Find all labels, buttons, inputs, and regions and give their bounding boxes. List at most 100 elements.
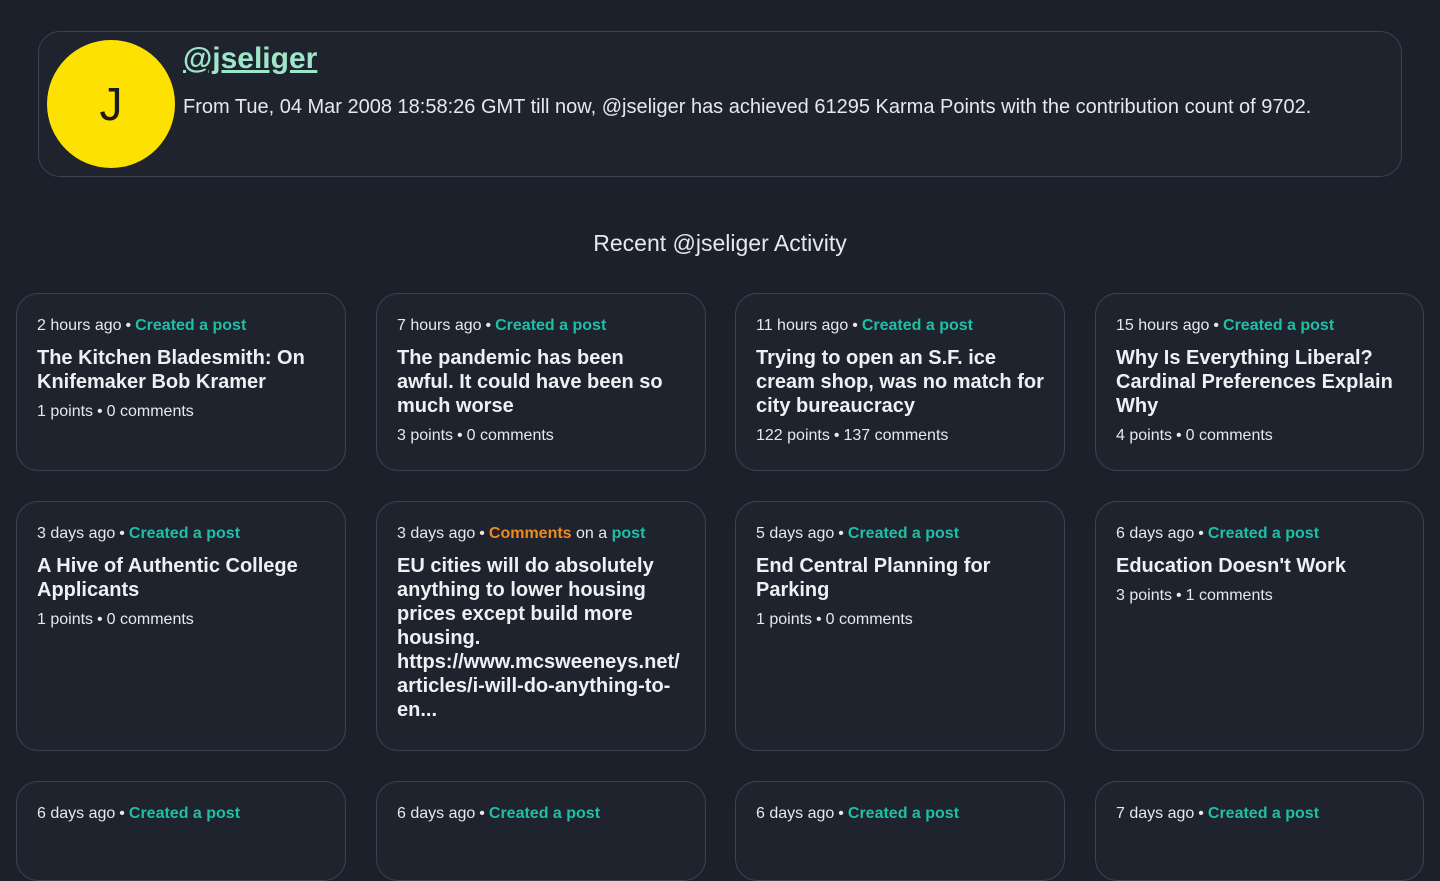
- activity-card[interactable]: 15 hours ago • Created a post Why Is Every…: [1095, 293, 1424, 471]
- card-title[interactable]: The pandemic has been awful. It could ha…: [397, 346, 685, 418]
- activity-card[interactable]: 3 days ago • Created a post A Hive of Auth…: [16, 501, 346, 751]
- separator-dot: •: [852, 317, 858, 334]
- card-meta: 2 hours ago • Created a post: [37, 316, 325, 336]
- section-title: Recent @jseliger Activity: [593, 230, 847, 256]
- card-meta: 3 days ago • Created a post: [37, 524, 325, 544]
- separator-dot: •: [1176, 427, 1182, 444]
- separator-dot: •: [833, 427, 840, 444]
- card-time: 7 hours ago: [397, 317, 482, 334]
- card-time: 7 days ago: [1116, 805, 1195, 822]
- card-comments: 1 comments: [1185, 587, 1273, 604]
- card-stats: 1 points • 0 comments: [37, 610, 325, 630]
- card-action-on: on a: [576, 525, 608, 542]
- card-meta: 11 hours ago • Created a post: [756, 316, 1044, 336]
- card-time: 11 hours ago: [756, 317, 849, 334]
- card-action-link[interactable]: Created a post: [848, 525, 959, 542]
- separator-dot: •: [125, 317, 132, 334]
- card-action-link[interactable]: Created a post: [489, 805, 600, 822]
- card-time: 5 days ago: [756, 525, 835, 542]
- card-meta: 5 days ago • Created a post: [756, 524, 1044, 544]
- card-comments: 0 comments: [825, 611, 913, 628]
- activity-card[interactable]: 7 days ago • Created a post: [1095, 781, 1424, 881]
- activity-card[interactable]: 6 days ago • Created a post: [376, 781, 706, 881]
- card-points: 3 points: [397, 427, 454, 444]
- separator-dot: •: [1198, 805, 1204, 822]
- activity-card[interactable]: 11 hours ago • Created a post Trying to op…: [735, 293, 1065, 471]
- card-title[interactable]: EU cities will do absolutely anything to…: [397, 554, 685, 722]
- card-meta: 6 days ago • Created a post: [1116, 524, 1403, 544]
- separator-dot: •: [119, 525, 125, 542]
- card-stats: 1 points • 0 comments: [756, 610, 1044, 630]
- card-meta: 15 hours ago • Created a post: [1116, 316, 1403, 336]
- card-action-link[interactable]: Created a post: [135, 317, 246, 334]
- separator-dot: •: [838, 525, 844, 542]
- activity-card[interactable]: 5 days ago • Created a post End Central Pl…: [735, 501, 1065, 751]
- card-comments: 0 comments: [106, 403, 194, 420]
- card-meta: 6 days ago • Created a post: [397, 804, 685, 824]
- card-action-link[interactable]: Created a post: [129, 525, 240, 542]
- card-stats: 3 points • 0 comments: [397, 426, 685, 446]
- separator-dot: •: [479, 805, 485, 822]
- profile-handle-link[interactable]: @jseliger: [183, 42, 317, 76]
- card-meta: 7 hours ago • Created a post: [397, 316, 685, 336]
- card-action-link[interactable]: Created a post: [1208, 805, 1319, 822]
- separator-dot: •: [1176, 587, 1182, 604]
- separator-dot: •: [485, 317, 492, 334]
- card-time: 6 days ago: [756, 805, 835, 822]
- separator-dot: •: [838, 805, 844, 822]
- card-title[interactable]: Trying to open an S.F. ice cream shop, w…: [756, 346, 1044, 418]
- separator-dot: •: [816, 611, 822, 628]
- card-time: 6 days ago: [37, 805, 116, 822]
- card-comments: 0 comments: [466, 427, 554, 444]
- card-time: 15 hours ago: [1116, 317, 1210, 334]
- profile-summary: From Tue, 04 Mar 2008 18:58:26 GMT till …: [183, 96, 1312, 118]
- card-meta: 7 days ago • Created a post: [1116, 804, 1403, 824]
- card-action-link[interactable]: Created a post: [848, 805, 959, 822]
- separator-dot: •: [97, 611, 103, 628]
- card-time: 6 days ago: [397, 805, 476, 822]
- separator-dot: •: [1198, 525, 1204, 542]
- card-title[interactable]: Education Doesn't Work: [1116, 554, 1403, 578]
- activity-card[interactable]: 7 hours ago • Created a post The pandemic …: [376, 293, 706, 471]
- card-points: 4 points: [1116, 427, 1173, 444]
- card-points: 3 points: [1116, 587, 1173, 604]
- card-action-link[interactable]: Created a post: [495, 317, 606, 334]
- card-action-post-link[interactable]: post: [612, 525, 646, 542]
- card-points: 122 points: [756, 427, 830, 444]
- card-stats: 122 points • 137 comments: [756, 426, 1044, 446]
- card-title[interactable]: A Hive of Authentic College Applicants: [37, 554, 325, 602]
- card-time: 3 days ago: [397, 525, 476, 542]
- activity-card[interactable]: 6 days ago • Created a post: [735, 781, 1065, 881]
- separator-dot: •: [1213, 317, 1220, 334]
- activity-card[interactable]: 3 days ago • Comments on a post EU cities …: [376, 501, 706, 751]
- separator-dot: •: [479, 525, 485, 542]
- card-comments: 137 comments: [843, 427, 949, 444]
- card-title[interactable]: End Central Planning for Parking: [756, 554, 1044, 602]
- card-stats: 1 points • 0 comments: [37, 402, 325, 422]
- card-time: 3 days ago: [37, 525, 116, 542]
- activity-card[interactable]: 6 days ago • Created a post: [16, 781, 346, 881]
- card-action-comments[interactable]: Comments: [489, 525, 572, 542]
- card-title[interactable]: Why Is Everything Liberal? Cardinal Pref…: [1116, 346, 1403, 418]
- activity-card[interactable]: 2 hours ago • Created a post The Kitchen B…: [16, 293, 346, 471]
- separator-dot: •: [457, 427, 463, 444]
- card-meta: 6 days ago • Created a post: [37, 804, 325, 824]
- card-stats: 4 points • 0 comments: [1116, 426, 1403, 446]
- card-time: 2 hours ago: [37, 317, 122, 334]
- card-action-link[interactable]: Created a post: [862, 317, 973, 334]
- card-action-link[interactable]: Created a post: [1223, 317, 1334, 334]
- avatar-letter: J: [99, 78, 123, 130]
- card-points: 1 points: [756, 611, 813, 628]
- separator-dot: •: [97, 403, 103, 420]
- card-action-link[interactable]: Created a post: [1208, 525, 1319, 542]
- card-points: 1 points: [37, 403, 94, 420]
- card-comments: 0 comments: [106, 611, 194, 628]
- card-points: 1 points: [37, 611, 94, 628]
- card-meta: 3 days ago • Comments on a post: [397, 524, 685, 544]
- card-comments: 0 comments: [1185, 427, 1273, 444]
- card-stats: 3 points • 1 comments: [1116, 586, 1403, 606]
- card-title[interactable]: The Kitchen Bladesmith: On Knifemaker Bo…: [37, 346, 325, 394]
- card-time: 6 days ago: [1116, 525, 1195, 542]
- card-action-link[interactable]: Created a post: [129, 805, 240, 822]
- activity-card[interactable]: 6 days ago • Created a post Education Does…: [1095, 501, 1424, 751]
